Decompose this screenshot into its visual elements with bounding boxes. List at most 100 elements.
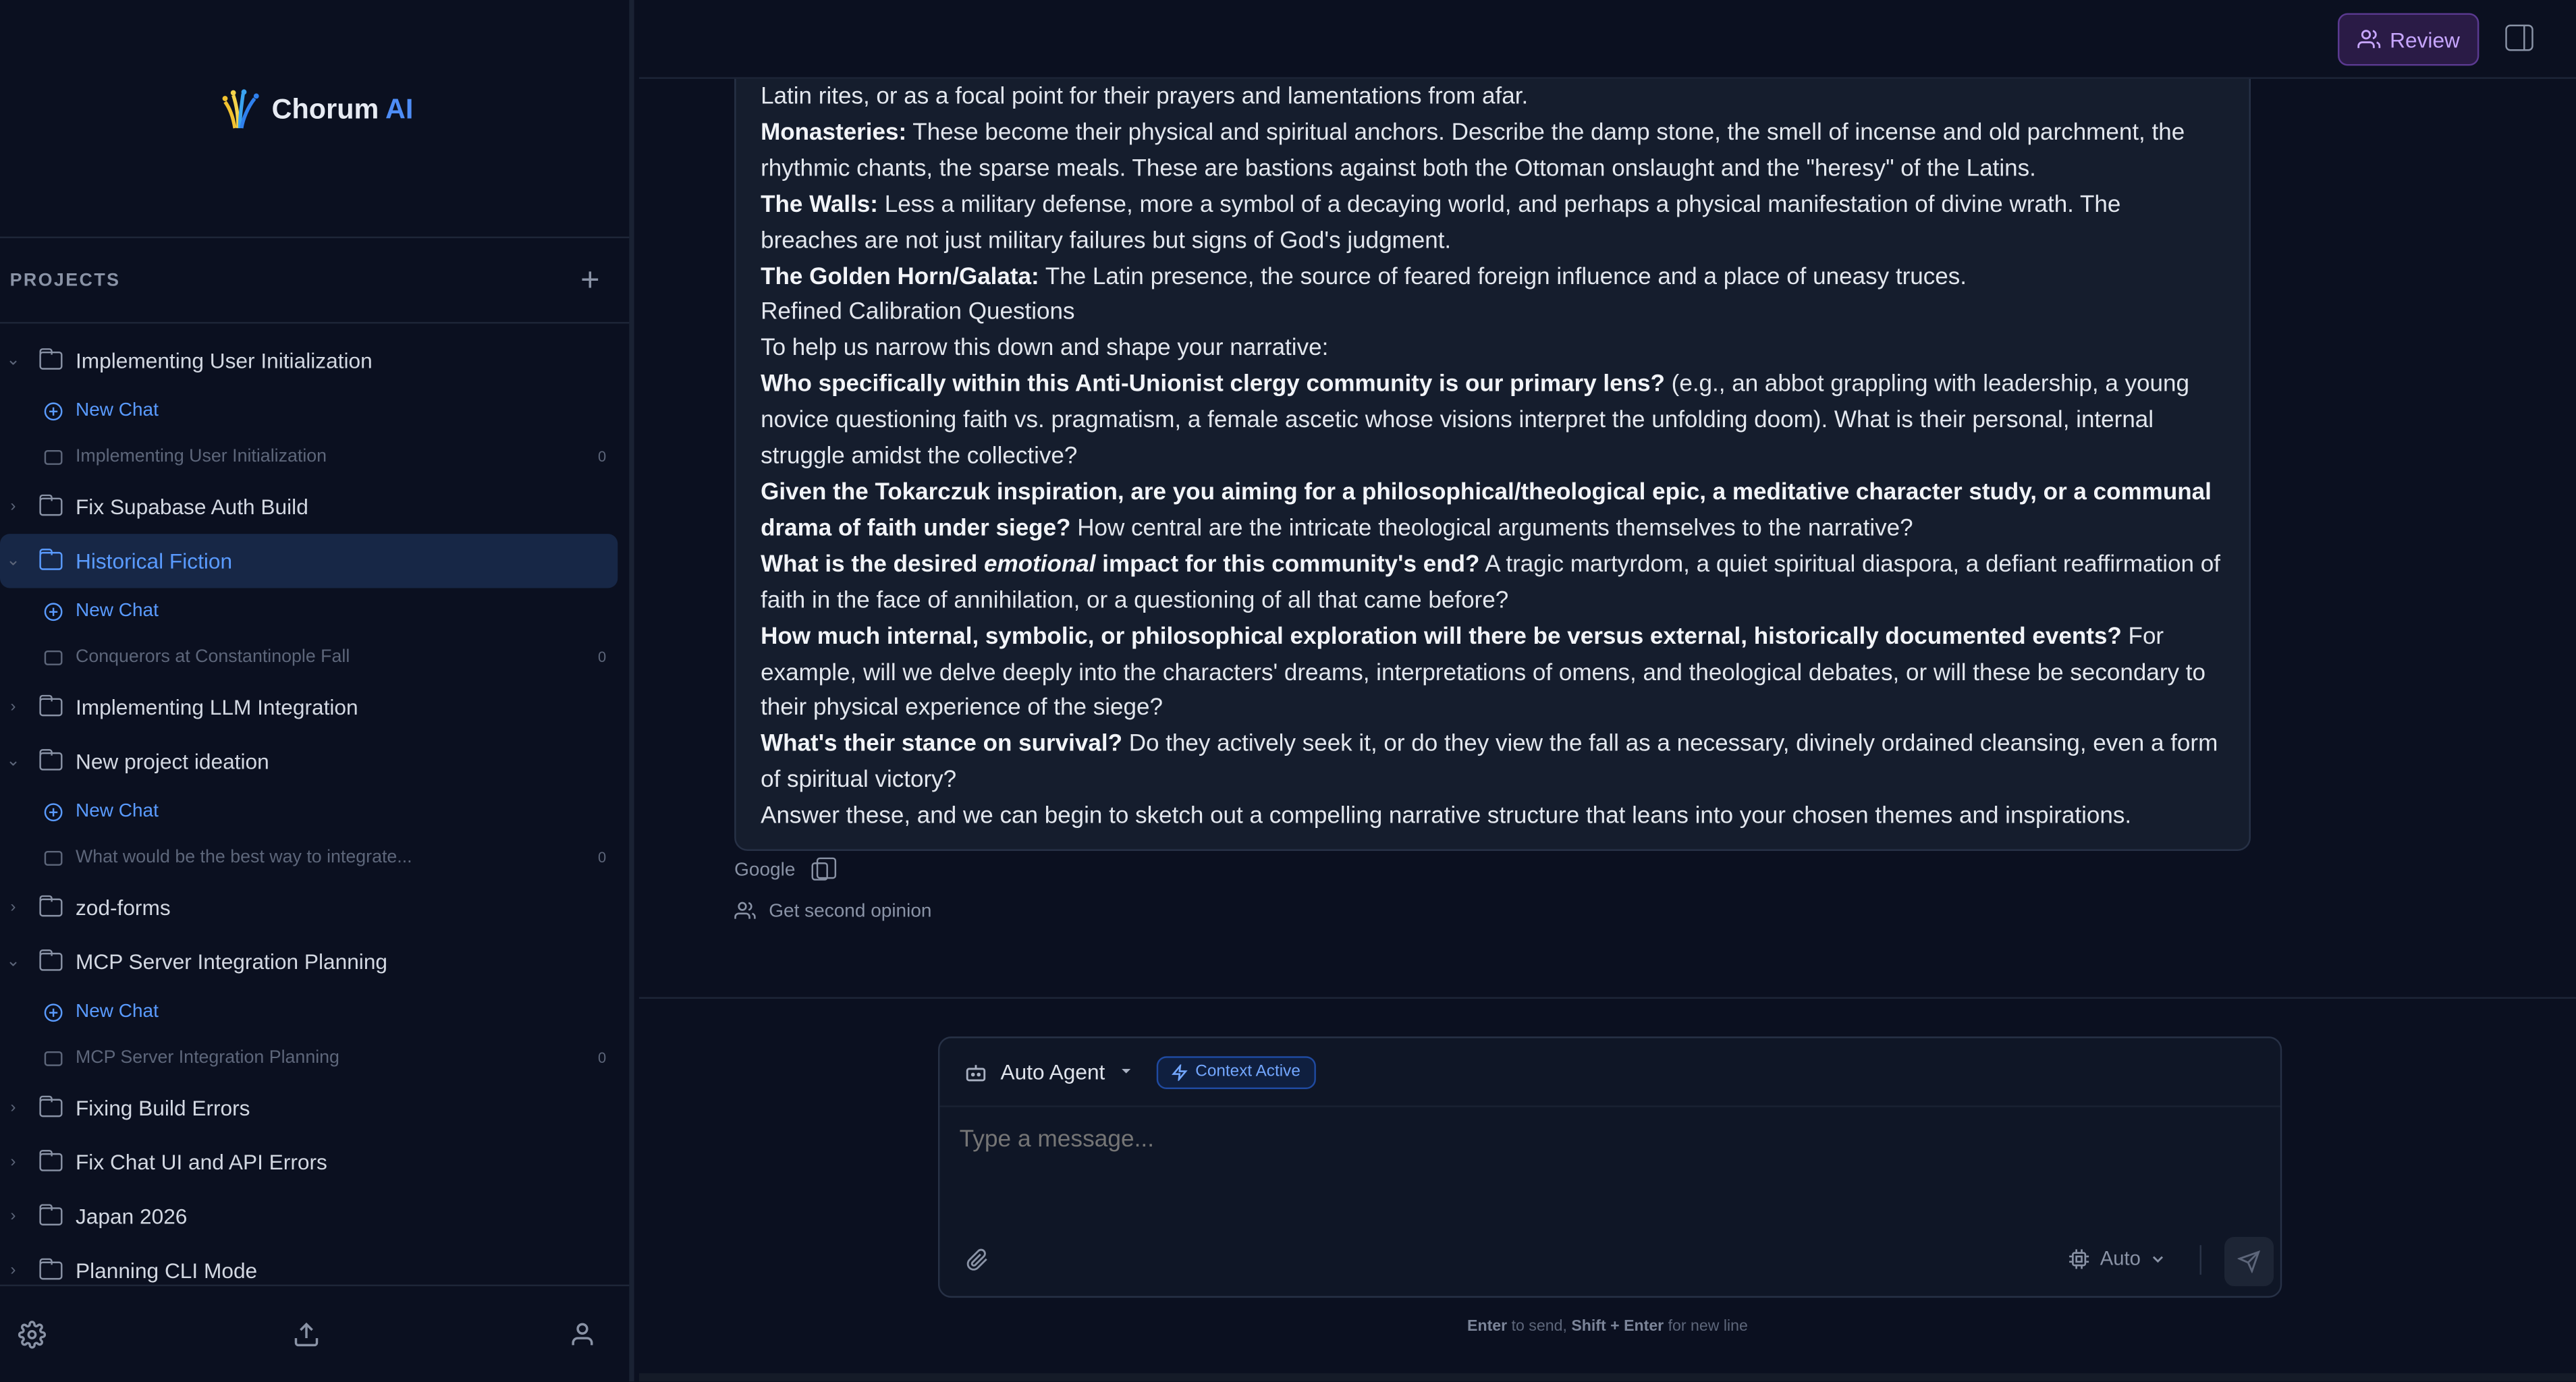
- app-root: Chorum AI PROJECTS + ⌄ Implementing User I…: [0, 0, 2576, 1382]
- message-meta: Google: [734, 856, 837, 881]
- folder-icon: [38, 348, 63, 370]
- bold-term: What's their stance on survival?: [761, 731, 1122, 758]
- chat-title: Implementing User Initialization: [75, 447, 327, 467]
- add-project-icon[interactable]: +: [580, 264, 599, 297]
- assistant-message: Latin rites, or as a focal point for the…: [734, 78, 2251, 851]
- bold-term: Who specifically within this Anti-Unioni…: [761, 371, 1665, 398]
- chat-item[interactable]: What would be the best way to integrate.…: [0, 835, 629, 881]
- chat-bubble-icon: [44, 649, 63, 665]
- project-name: Historical Fiction: [75, 549, 233, 574]
- italic-term: emotional: [984, 551, 1096, 578]
- chat-count: 0: [598, 849, 607, 866]
- chat-title: MCP Server Integration Planning: [75, 1048, 339, 1068]
- project-item[interactable]: ⌄ New project ideation: [0, 734, 618, 788]
- project-item[interactable]: › Implementing LLM Integration: [0, 680, 618, 734]
- project-name: Japan 2026: [75, 1204, 188, 1229]
- new-chat-label: New Chat: [75, 801, 159, 822]
- bot-icon: [966, 1064, 986, 1081]
- message-heading: Refined Calibration Questions: [761, 300, 1075, 327]
- message-closing: Answer these, and we can begin to sketch…: [761, 803, 2132, 830]
- new-chat-button[interactable]: New Chat: [0, 989, 629, 1034]
- review-button[interactable]: Review: [2338, 13, 2479, 66]
- settings-gear-icon[interactable]: [16, 1319, 46, 1349]
- chevron-right-icon[interactable]: ›: [0, 1262, 26, 1280]
- chevron-down-icon[interactable]: ⌄: [0, 953, 26, 971]
- chevron-down-icon[interactable]: ⌄: [0, 352, 26, 370]
- chat-bubble-icon: [44, 850, 63, 865]
- agent-selector[interactable]: Auto Agent: [964, 1059, 1133, 1084]
- composer-divider: [2199, 1245, 2201, 1275]
- folder-icon: [38, 895, 63, 917]
- context-badge-label: Context Active: [1195, 1062, 1300, 1081]
- new-chat-label: New Chat: [75, 1001, 159, 1022]
- project-item[interactable]: ⌄ Implementing User Initialization: [0, 333, 618, 387]
- chevron-down-icon: [1121, 1068, 1130, 1074]
- new-chat-button[interactable]: New Chat: [0, 788, 629, 834]
- chevron-right-icon[interactable]: ›: [0, 698, 26, 717]
- chat-title: What would be the best way to integrate.…: [75, 848, 412, 868]
- project-item[interactable]: › zod-forms: [0, 881, 618, 935]
- message-line: The Walls: Less a military defense, more…: [761, 188, 2224, 260]
- chat-title: Conquerors at Constantinople Fall: [75, 647, 350, 667]
- lightning-icon: [1171, 1063, 1187, 1080]
- question-1: Who specifically within this Anti-Unioni…: [761, 368, 2224, 476]
- chat-item[interactable]: Conquerors at Constantinople Fall 0: [0, 634, 629, 680]
- chevron-down-icon: [2152, 1255, 2164, 1262]
- chat-item[interactable]: MCP Server Integration Planning 0: [0, 1035, 629, 1081]
- message-line: Monasteries: These become their physical…: [761, 117, 2224, 189]
- chat-count: 0: [598, 1049, 607, 1066]
- body-text: How central are the intricate theologica…: [1070, 516, 1913, 543]
- upload-icon[interactable]: [292, 1319, 321, 1349]
- users-icon: [734, 902, 756, 919]
- chevron-right-icon[interactable]: ›: [0, 1099, 26, 1117]
- paperclip-icon[interactable]: [966, 1248, 989, 1271]
- question-5: What's their stance on survival? Do they…: [761, 728, 2224, 800]
- message-input[interactable]: [959, 1126, 2241, 1153]
- body-text: Less a military defense, more a symbol o…: [761, 192, 2121, 254]
- folder-icon: [38, 1258, 63, 1280]
- project-item[interactable]: › Fix Chat UI and API Errors: [0, 1135, 618, 1189]
- chevron-right-icon[interactable]: ›: [0, 1207, 26, 1225]
- chat-bubble-icon: [44, 1050, 63, 1066]
- chevron-right-icon[interactable]: ›: [0, 899, 26, 917]
- project-item[interactable]: › Planning CLI Mode: [0, 1244, 618, 1283]
- new-chat-button[interactable]: New Chat: [0, 387, 629, 433]
- plus-circle-icon: [44, 1003, 63, 1021]
- project-item[interactable]: › Japan 2026: [0, 1189, 618, 1243]
- chat-item[interactable]: Implementing User Initialization 0: [0, 434, 629, 480]
- mode-label: Auto: [2100, 1246, 2141, 1270]
- panel-toggle-icon[interactable]: [2505, 24, 2533, 51]
- hint-enter: Enter: [1467, 1317, 1508, 1336]
- context-active-badge[interactable]: Context Active: [1155, 1055, 1315, 1088]
- project-item[interactable]: › Fixing Build Errors: [0, 1081, 618, 1135]
- send-button[interactable]: [2224, 1237, 2274, 1287]
- bold-term: impact for this community's end?: [1095, 551, 1480, 578]
- chevron-down-icon[interactable]: ⌄: [0, 552, 26, 570]
- agent-label: Auto Agent: [1000, 1059, 1105, 1084]
- folder-icon: [38, 494, 63, 516]
- project-item[interactable]: › Fix Supabase Auth Build: [0, 480, 618, 534]
- second-opinion-label: Get second opinion: [769, 901, 932, 921]
- new-chat-button[interactable]: New Chat: [0, 588, 629, 634]
- chevron-down-icon[interactable]: ⌄: [0, 752, 26, 771]
- new-chat-label: New Chat: [75, 400, 159, 421]
- model-mode-selector[interactable]: Auto: [2069, 1247, 2166, 1270]
- project-item[interactable]: ⌄ Historical Fiction: [0, 534, 618, 588]
- chat-count: 0: [598, 648, 607, 665]
- user-profile-icon[interactable]: [567, 1319, 597, 1349]
- app-logo[interactable]: Chorum AI: [216, 88, 413, 131]
- provider-label: Google: [734, 860, 796, 881]
- project-item[interactable]: ⌄ MCP Server Integration Planning: [0, 935, 618, 989]
- second-opinion-button[interactable]: Get second opinion: [734, 900, 932, 922]
- question-2: Given the Tokarczuk inspiration, are you…: [761, 476, 2224, 549]
- copy-icon[interactable]: [811, 856, 837, 880]
- plus-circle-icon: [44, 802, 63, 821]
- body-text: These become their physical and spiritua…: [761, 119, 2185, 182]
- hint-text: to send,: [1507, 1317, 1572, 1336]
- chevron-right-icon[interactable]: ›: [0, 1153, 26, 1171]
- folder-icon: [38, 949, 63, 971]
- bold-term: The Walls:: [761, 192, 878, 219]
- chevron-right-icon[interactable]: ›: [0, 498, 26, 516]
- sidebar-footer: [0, 1284, 630, 1382]
- chat-bubble-icon: [44, 449, 63, 464]
